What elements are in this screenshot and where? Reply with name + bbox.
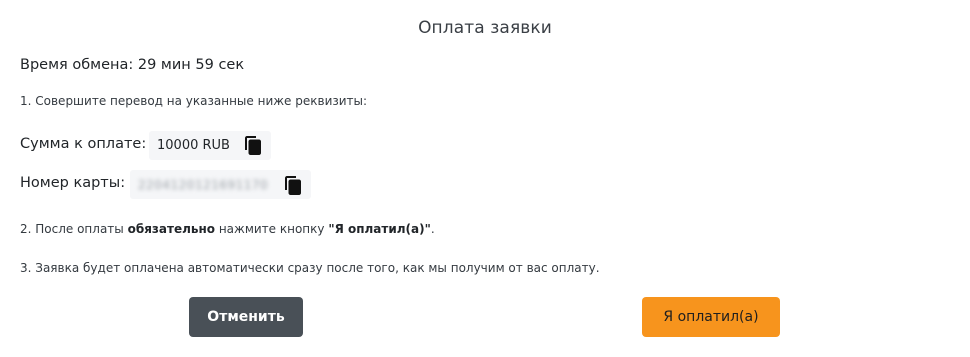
- step2-prefix: 2. После оплаты: [20, 222, 128, 236]
- copy-icon: [285, 175, 301, 195]
- card-number-box: 2204120121691170: [130, 170, 311, 199]
- card-number-label: Номер карты:: [20, 175, 126, 191]
- step2-button-ref: "Я оплатил(а)": [328, 222, 431, 236]
- card-number-value: 2204120121691170: [138, 177, 269, 192]
- instruction-step-3: 3. Заявка будет оплачена автоматически с…: [20, 261, 600, 275]
- amount-value-box: 10000 RUB: [149, 131, 271, 160]
- step2-suffix: .: [430, 222, 435, 236]
- exchange-timer: Время обмена: 29 мин 59 сек: [20, 57, 245, 73]
- paid-button[interactable]: Я оплатил(а): [642, 297, 780, 337]
- amount-value: 10000 RUB: [157, 138, 230, 153]
- cancel-button[interactable]: Отменить: [189, 297, 303, 337]
- instruction-step-1: 1. Совершите перевод на указанные ниже р…: [20, 94, 368, 108]
- instruction-step-2: 2. После оплаты обязательно нажмите кноп…: [20, 222, 435, 236]
- amount-label: Сумма к оплате:: [20, 136, 147, 152]
- modal-title: Оплата заявки: [418, 18, 552, 38]
- payment-modal: Оплата заявки Время обмена: 29 мин 59 се…: [0, 0, 970, 357]
- copy-icon: [245, 135, 261, 155]
- copy-card-icon[interactable]: [283, 174, 303, 196]
- step2-emphasis: обязательно: [127, 222, 215, 236]
- copy-amount-icon[interactable]: [243, 134, 263, 156]
- step2-middle: нажмите кнопку: [215, 222, 329, 236]
